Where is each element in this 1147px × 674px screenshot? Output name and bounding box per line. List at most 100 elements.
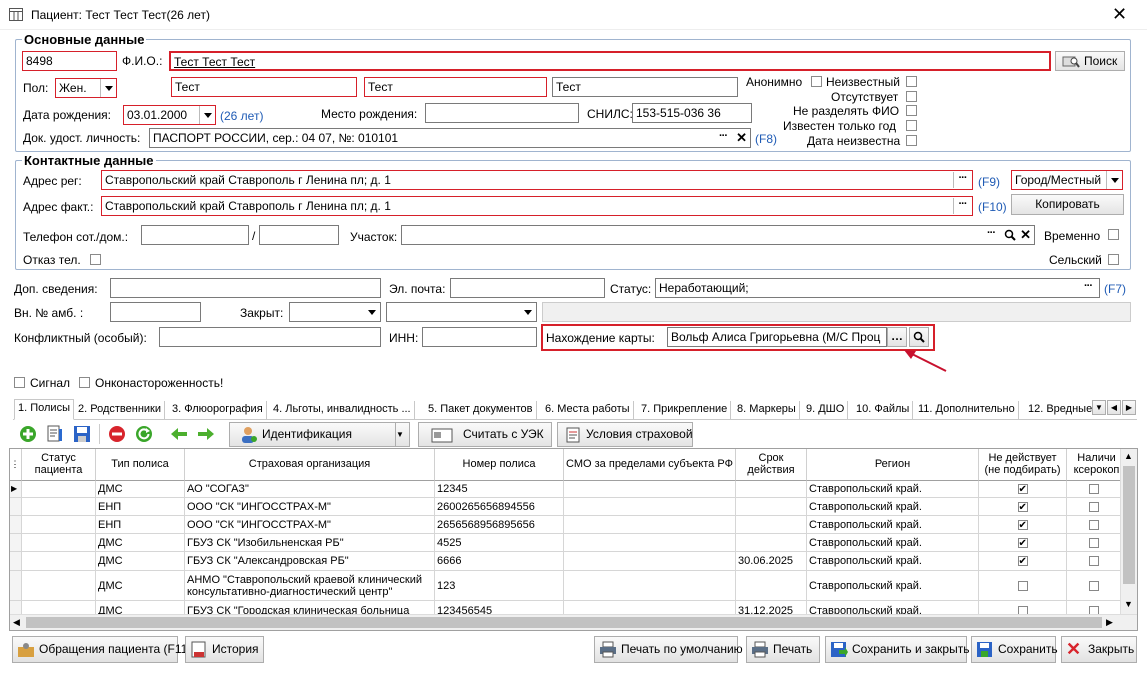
cell-copy[interactable] <box>1067 571 1121 601</box>
copy-checkbox[interactable] <box>1088 484 1099 494</box>
copy-button[interactable]: Копировать <box>1011 194 1124 215</box>
cell-empty[interactable] <box>564 516 736 534</box>
row-indicator[interactable] <box>10 552 22 571</box>
cell-term[interactable] <box>736 481 807 498</box>
cell-empty[interactable] <box>564 571 736 601</box>
cell-org[interactable]: ООО "СК "ИНГОССТРАХ-М" <box>185 516 435 534</box>
tab-dsho[interactable]: 9. ДШО <box>803 401 849 419</box>
cell-empty[interactable] <box>22 571 96 601</box>
row-indicator[interactable] <box>10 571 22 601</box>
scroll-thumb[interactable] <box>1123 466 1135 584</box>
arrow-left-icon[interactable] <box>170 425 188 443</box>
cell-org[interactable]: ГБУЗ СК "Изобильненская РБ" <box>185 534 435 552</box>
copy-checkbox[interactable] <box>1088 537 1099 548</box>
card-more-button[interactable]: … <box>887 327 907 347</box>
tab-benefits[interactable]: 4. Льготы, инвалидность ... <box>270 401 415 419</box>
column-header-copy[interactable]: Наличи ксерокоп <box>1067 449 1121 481</box>
birth-date-field[interactable]: 03.01.2000 <box>123 105 216 125</box>
column-header-smo[interactable]: СМО за пределами субъекта РФ <box>564 449 736 481</box>
cell-copy[interactable] <box>1067 516 1121 534</box>
cell-org[interactable]: АНМО "Ставропольский краевой клинический… <box>185 571 435 601</box>
cell-inactive[interactable]: ✔ <box>979 516 1067 534</box>
cell-type[interactable]: ДМС <box>96 571 185 601</box>
print-button[interactable]: Печать <box>746 636 820 663</box>
sex-select[interactable]: Жен. <box>55 78 117 98</box>
cell-type[interactable]: ДМС <box>96 552 185 571</box>
rural-checkbox[interactable] <box>1108 254 1119 265</box>
cell-type[interactable]: ЕНП <box>96 516 185 534</box>
surname-field[interactable]: Тест <box>171 77 357 97</box>
district-field[interactable]: ··· ✕ <box>401 225 1035 245</box>
cell-number[interactable]: 12345 <box>435 481 564 498</box>
cell-empty[interactable] <box>564 498 736 516</box>
cell-region[interactable]: Ставропольский край. <box>807 498 979 516</box>
year-only-checkbox[interactable] <box>906 120 917 131</box>
scroll-up-icon[interactable]: ▲ <box>1124 451 1133 461</box>
tabs-scroll-down-button[interactable]: ▼ <box>1092 400 1106 415</box>
cell-org[interactable]: ООО "СК "ИНГОССТРАХ-М" <box>185 498 435 516</box>
mobile-phone-field[interactable] <box>141 225 249 245</box>
conflict-field[interactable] <box>159 327 381 347</box>
horizontal-scrollbar[interactable]: ◀ ▶ <box>10 614 1137 630</box>
save-button[interactable]: Сохранить <box>971 636 1058 663</box>
cell-type[interactable]: ЕНП <box>96 498 185 516</box>
signal-checkbox[interactable] <box>14 377 25 388</box>
cell-empty[interactable] <box>22 498 96 516</box>
chevron-down-icon[interactable] <box>199 106 215 124</box>
cell-region[interactable]: Ставропольский край. <box>807 552 979 571</box>
cell-copy[interactable] <box>1067 552 1121 571</box>
patient-id-field[interactable]: 8498 <box>22 51 117 71</box>
row-indicator[interactable] <box>10 498 22 516</box>
arrow-right-icon[interactable] <box>197 425 215 443</box>
email-field[interactable] <box>450 278 605 298</box>
column-header-inactive[interactable]: Не действует (не подбирать) <box>979 449 1067 481</box>
tab-documents[interactable]: 5. Пакет документов <box>425 401 537 419</box>
save-icon[interactable] <box>73 425 91 443</box>
cell-empty[interactable] <box>22 534 96 552</box>
copy-checkbox[interactable] <box>1088 519 1099 530</box>
identify-dropdown-icon[interactable]: ▼ <box>395 423 409 446</box>
cell-number[interactable]: 6666 <box>435 552 564 571</box>
cell-number[interactable]: 2656568956895656 <box>435 516 564 534</box>
addr-reg-field[interactable]: Ставропольский край Ставрополь г Ленина … <box>101 170 973 190</box>
column-header-type[interactable]: Тип полиса <box>96 449 185 481</box>
home-phone-field[interactable] <box>259 225 339 245</box>
column-header-org[interactable]: Страховая организация <box>185 449 435 481</box>
cell-copy[interactable] <box>1067 498 1121 516</box>
edit-icon[interactable] <box>46 425 64 443</box>
patient-visits-button[interactable]: Обращения пациента (F11) <box>12 636 191 663</box>
tabs-scroll-right-button[interactable]: ▶ <box>1122 400 1136 415</box>
cell-org[interactable]: АО "СОГАЗ" <box>185 481 435 498</box>
search-button[interactable]: Поиск <box>1055 51 1125 71</box>
cell-type[interactable]: ДМС <box>96 534 185 552</box>
anonymous-checkbox[interactable] <box>811 76 822 87</box>
cell-inactive[interactable]: ✔ <box>979 498 1067 516</box>
column-header-term[interactable]: Срок действия <box>736 449 807 481</box>
cell-empty[interactable] <box>564 552 736 571</box>
patronymic-field[interactable]: Тест <box>552 77 738 97</box>
amb-number-field[interactable] <box>110 302 201 322</box>
inactive-checkbox[interactable]: ✔ <box>1017 537 1028 548</box>
clear-icon[interactable]: ✕ <box>736 129 747 147</box>
row-indicator[interactable] <box>10 516 22 534</box>
locality-select[interactable]: Город/Местный <box>1011 170 1123 190</box>
more-icon[interactable]: ··· <box>953 198 971 214</box>
cell-region[interactable]: Ставропольский край. <box>807 534 979 552</box>
birthplace-field[interactable] <box>425 103 579 123</box>
closed-reason-select[interactable] <box>386 302 537 322</box>
fio-field[interactable]: Тест Тест Тест <box>169 51 1051 71</box>
table-row[interactable]: ЕНП ООО "СК "ИНГОССТРАХ-М" 260026565689455… <box>10 498 1121 516</box>
add-icon[interactable] <box>19 425 37 443</box>
copy-checkbox[interactable] <box>1088 501 1099 512</box>
cell-inactive[interactable]: ✔ <box>979 481 1067 498</box>
close-button[interactable]: ✕ Закрыть <box>1061 636 1137 663</box>
cell-term[interactable] <box>736 498 807 516</box>
copy-checkbox[interactable] <box>1088 580 1099 591</box>
inactive-checkbox[interactable]: ✔ <box>1017 501 1028 512</box>
cell-inactive[interactable]: ✔ <box>979 534 1067 552</box>
extra-info-field[interactable] <box>110 278 381 298</box>
cell-term[interactable] <box>736 571 807 601</box>
doc-field[interactable]: ПАСПОРТ РОССИИ, сер.: 04 07, №: 010101 ·… <box>149 128 751 148</box>
scroll-down-icon[interactable]: ▼ <box>1124 599 1133 609</box>
tabs-scroll-left-button[interactable]: ◀ <box>1107 400 1121 415</box>
